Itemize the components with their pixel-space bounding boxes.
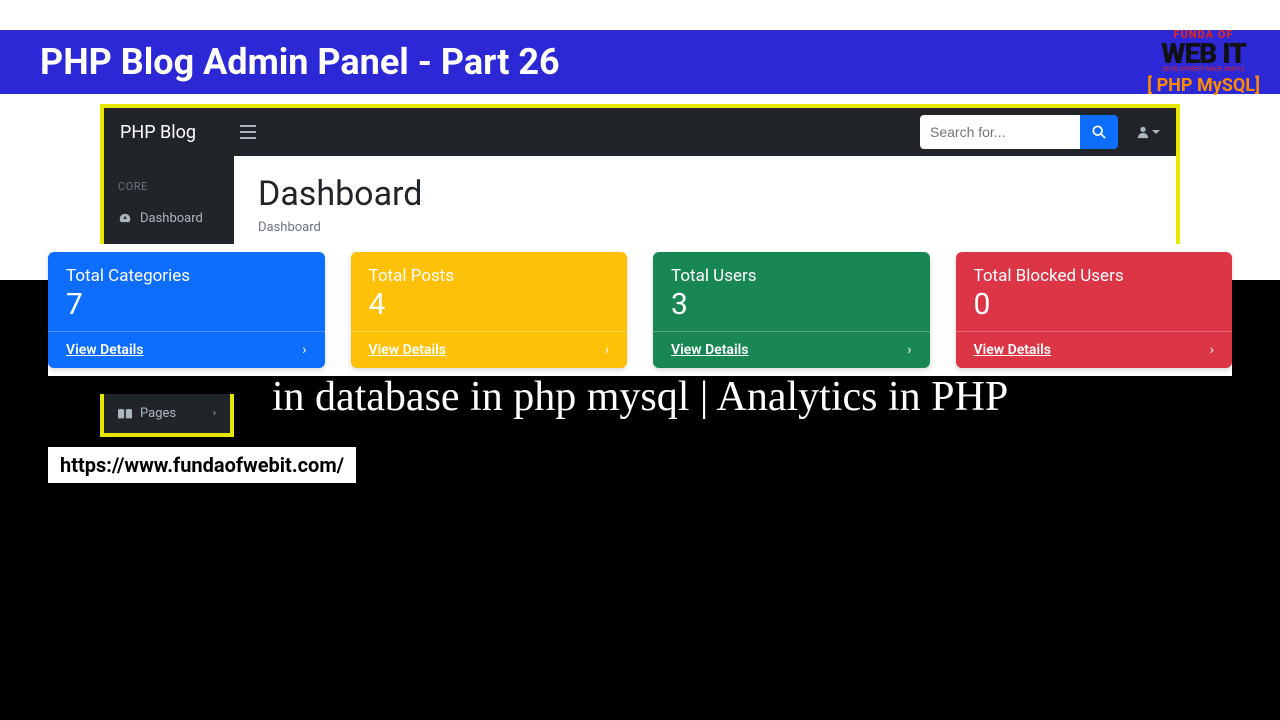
book-icon [118, 408, 132, 420]
card-value: 0 [974, 288, 1215, 321]
caret-down-icon [1152, 128, 1160, 136]
search-input[interactable] [920, 115, 1080, 149]
title-bar: PHP Blog Admin Panel - Part 26 FUNDA OF … [0, 30, 1280, 94]
tachometer-icon [118, 212, 132, 226]
card-total-blocked-users: Total Blocked Users 0 View Details › [956, 252, 1233, 368]
card-title: Total Users [671, 266, 912, 286]
chevron-right-icon: › [907, 342, 911, 358]
stats-cards-row: Total Categories 7 View Details › Total … [48, 244, 1232, 376]
user-menu[interactable] [1136, 125, 1160, 139]
brand-logo: FUNDA OF WEB IT DEVELOPMENT MADE SIMPLE … [1147, 28, 1260, 96]
page-title: Dashboard [258, 174, 1152, 214]
card-title: Total Posts [369, 266, 610, 286]
chevron-right-icon: › [302, 342, 306, 358]
breadcrumb: Dashboard [258, 220, 1152, 235]
card-view-details-link[interactable]: View Details › [48, 331, 325, 368]
sidebar-item-label: Dashboard [140, 211, 203, 226]
card-value: 7 [66, 288, 307, 321]
card-total-posts: Total Posts 4 View Details › [351, 252, 628, 368]
sidebar-heading-core: CORE [104, 172, 234, 201]
sidebar-bottom-fragment: Pages › [100, 394, 234, 437]
app-brand: PHP Blog [120, 122, 230, 143]
site-url: https://www.fundaofwebit.com/ [48, 447, 356, 483]
card-total-categories: Total Categories 7 View Details › [48, 252, 325, 368]
search-group [920, 115, 1118, 149]
card-view-details-link[interactable]: View Details › [956, 331, 1233, 368]
video-title: PHP Blog Admin Panel - Part 26 [40, 41, 1147, 83]
card-title: Total Categories [66, 266, 307, 286]
card-view-details-link[interactable]: View Details › [653, 331, 930, 368]
chevron-right-icon: › [213, 408, 216, 419]
card-title: Total Blocked Users [974, 266, 1215, 286]
description-line2: in database in php mysql | Analytics in … [60, 369, 1220, 426]
card-value: 4 [369, 288, 610, 321]
card-value: 3 [671, 288, 912, 321]
chevron-right-icon: › [1210, 342, 1214, 358]
sidebar-item-label: Pages [140, 406, 176, 421]
search-button[interactable] [1080, 115, 1118, 149]
chevron-right-icon: › [605, 342, 609, 358]
card-total-users: Total Users 3 View Details › [653, 252, 930, 368]
sidebar-item-pages[interactable]: Pages › [104, 394, 230, 433]
user-icon [1136, 125, 1150, 139]
topbar: PHP Blog [104, 108, 1176, 156]
card-view-details-link[interactable]: View Details › [351, 331, 628, 368]
menu-toggle-icon[interactable] [240, 125, 256, 139]
sidebar-item-dashboard[interactable]: Dashboard [104, 201, 234, 236]
search-icon [1092, 125, 1106, 139]
